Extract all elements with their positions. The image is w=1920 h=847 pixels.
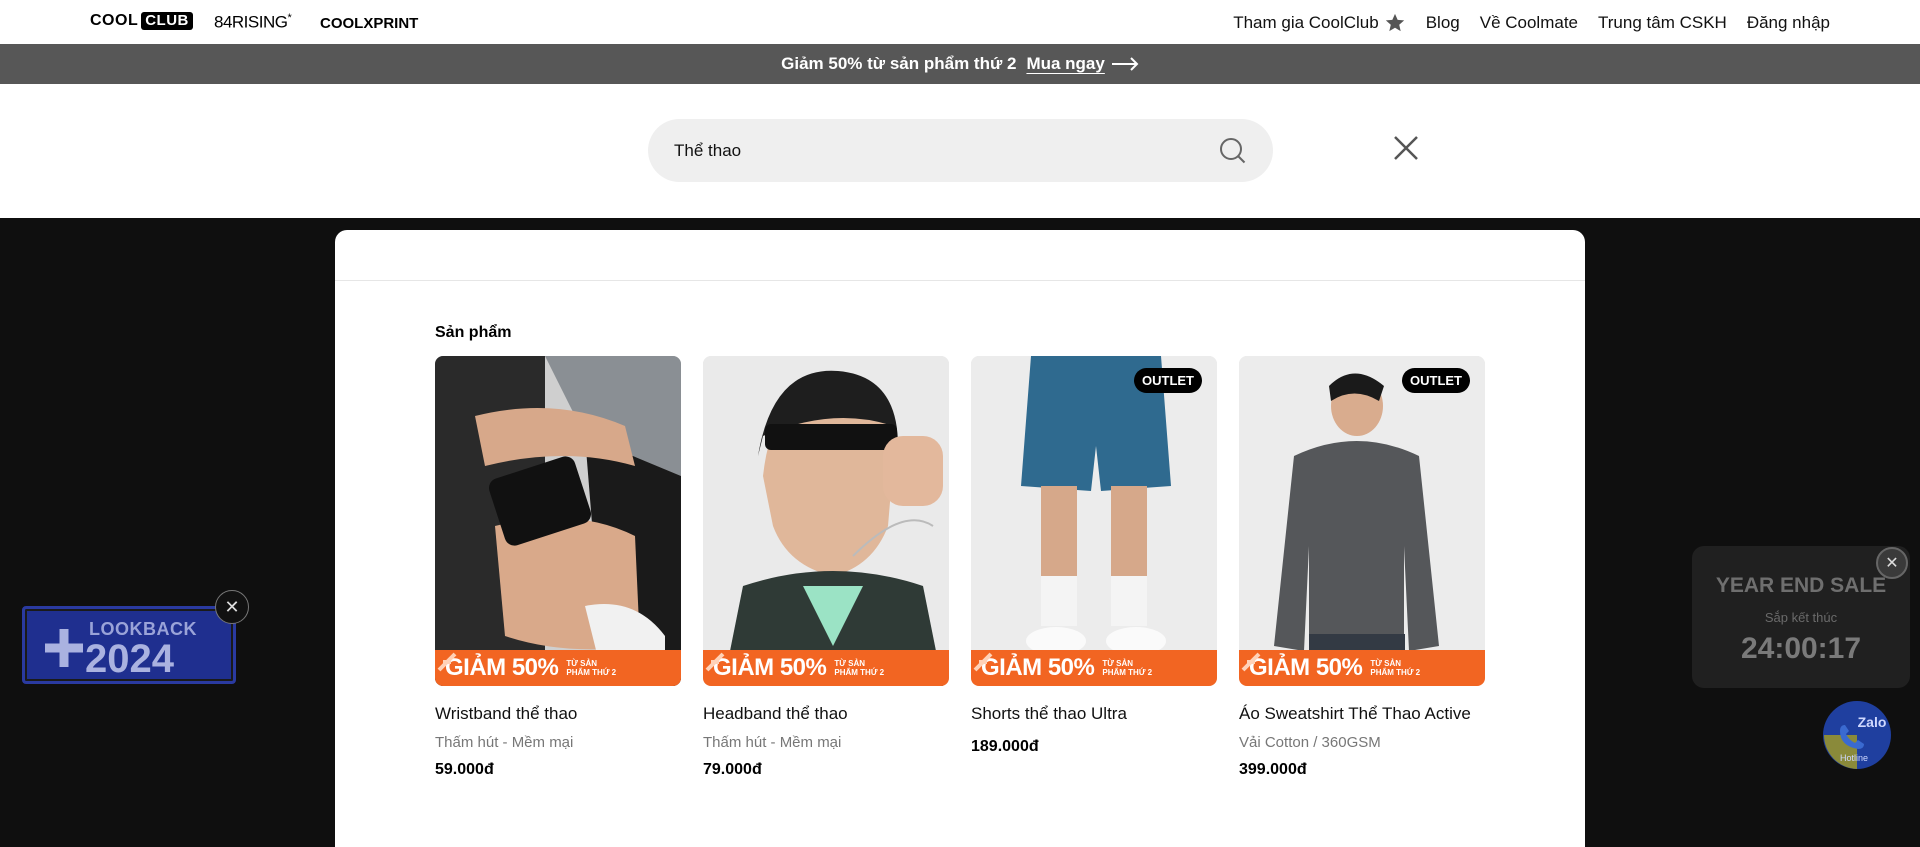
promo-cta-label: Mua ngay (1026, 54, 1105, 73)
product-price: 79.000đ (703, 761, 762, 778)
product-desc: Vải Cotton / 360GSM (1239, 734, 1381, 751)
search-box (648, 119, 1273, 182)
product-price: 399.000đ (1239, 761, 1307, 778)
sale-sub-line-1: TỪ SẢN (1102, 659, 1134, 668)
product-card[interactable]: OUTLET GIẢM 50% TỪ SẢN PHẨM THỨ 2 Shorts … (971, 356, 1217, 779)
product-name[interactable]: Shorts thể thao Ultra (971, 704, 1217, 724)
year-end-subtitle: Sắp kết thúc (1764, 610, 1838, 625)
promo-text: Giảm 50% từ sản phẩm thứ 2 (781, 54, 1017, 73)
search-area (0, 84, 1920, 218)
coolclub-logo-text: COOL (90, 12, 139, 29)
sale-sub-line-2: PHẨM THỨ 2 (1102, 668, 1153, 677)
nav-join-coolclub[interactable]: Tham gia CoolClub (1233, 12, 1406, 34)
close-icon[interactable] (1392, 134, 1420, 162)
sale-sub: TỪ SẢN PHẨM THỨ 2 (566, 659, 616, 677)
84rising-logo-sup: * (287, 12, 292, 24)
product-name[interactable]: Áo Sweatshirt Thể Thao Active (1239, 704, 1485, 724)
sale-banner: GIẢM 50% TỪ SẢN PHẨM THỨ 2 (703, 650, 949, 686)
nav-login[interactable]: Đăng nhập (1747, 12, 1830, 34)
sale-sub: TỪ SẢN PHẨM THỨ 2 (834, 659, 884, 677)
search-icon[interactable] (1219, 137, 1247, 165)
nav-customer-care[interactable]: Trung tâm CSKH (1598, 12, 1727, 34)
sale-label: GIẢM 50% (981, 654, 1095, 681)
zalo-hotline-icon[interactable]: Zalo Hotline (1820, 697, 1894, 773)
sale-label: GIẢM 50% (445, 654, 559, 681)
lookback-year: 2024 (85, 637, 174, 681)
coolclub-logo[interactable]: COOL CLUB (90, 12, 193, 30)
product-image[interactable]: GIẢM 50% TỪ SẢN PHẨM THỨ 2 (703, 356, 949, 686)
countdown-timer: 24:00:17 (1740, 632, 1862, 665)
sale-label: GIẢM 50% (713, 654, 827, 681)
zalo-label: Zalo (1858, 714, 1887, 730)
coolxprint-logo[interactable]: COOLXPRINT (320, 15, 418, 32)
promo-bar: Giảm 50% từ sản phẩm thứ 2 Mua ngay (0, 44, 1920, 84)
sale-banner: GIẢM 50% TỪ SẢN PHẨM THỨ 2 (971, 650, 1217, 686)
sale-banner: GIẢM 50% TỪ SẢN PHẨM THỨ 2 (1239, 650, 1485, 686)
flash-icon (437, 652, 457, 672)
84rising-logo[interactable]: 84RISING* (214, 12, 292, 33)
sale-sub-line-2: PHẨM THỨ 2 (1370, 668, 1421, 677)
star-icon (1385, 13, 1404, 32)
sale-sub-line-1: TỪ SẢN (1370, 659, 1402, 668)
product-card[interactable]: OUTLET GIẢM 50% TỪ SẢN PHẨM THỨ 2 Áo Swea… (1239, 356, 1485, 779)
product-image[interactable]: OUTLET GIẢM 50% TỪ SẢN PHẨM THỨ 2 (1239, 356, 1485, 686)
outlet-badge: OUTLET (1134, 368, 1202, 393)
product-desc: Thấm hút - Mềm mại (703, 734, 842, 751)
plus-icon (45, 629, 83, 667)
year-end-close-icon[interactable]: ✕ (1876, 547, 1908, 579)
search-input[interactable] (674, 140, 1219, 161)
hotline-label: Hotline (1840, 753, 1868, 763)
product-price: 59.000đ (435, 761, 494, 778)
nav-blog[interactable]: Blog (1426, 12, 1460, 34)
lookback-close-icon[interactable]: ✕ (215, 590, 249, 624)
sale-banner: GIẢM 50% TỪ SẢN PHẨM THỨ 2 (435, 650, 681, 686)
product-card[interactable]: GIẢM 50% TỪ SẢN PHẨM THỨ 2 Wristband thể … (435, 356, 681, 779)
product-image[interactable]: OUTLET GIẢM 50% TỪ SẢN PHẨM THỨ 2 (971, 356, 1217, 686)
product-name[interactable]: Wristband thể thao (435, 704, 681, 724)
top-nav: Tham gia CoolClub Blog Về Coolmate Trung… (1233, 12, 1830, 34)
product-price: 189.000đ (971, 738, 1039, 755)
outlet-badge: OUTLET (1402, 368, 1470, 393)
sale-sub: TỪ SẢN PHẨM THỨ 2 (1102, 659, 1152, 677)
sale-sub-line-2: PHẨM THỨ 2 (566, 668, 617, 677)
promo-cta-link[interactable]: Mua ngay (1026, 54, 1139, 74)
sale-sub-line-1: TỪ SẢN (566, 659, 598, 668)
sale-sub-line-2: PHẨM THỨ 2 (834, 668, 885, 677)
coolclub-logo-badge: CLUB (141, 12, 193, 30)
top-bar: COOL CLUB 84RISING* COOLXPRINT Tham gia … (0, 0, 1920, 44)
flash-icon (705, 652, 725, 672)
arrow-right-icon (1111, 57, 1139, 71)
84rising-logo-text: 84RISING (214, 12, 288, 32)
flash-icon (973, 652, 993, 672)
product-image[interactable]: GIẢM 50% TỪ SẢN PHẨM THỨ 2 (435, 356, 681, 686)
flash-icon (1241, 652, 1261, 672)
nav-join-coolclub-label: Tham gia CoolClub (1233, 13, 1379, 32)
year-end-title: YEAR END SALE (1715, 574, 1887, 597)
product-desc: Thấm hút - Mềm mại (435, 734, 574, 751)
search-results-panel: Sản phẩm GIẢM 50% TỪ SẢN PHẨM THỨ 2 Wris… (335, 230, 1585, 847)
sale-label: GIẢM 50% (1249, 654, 1363, 681)
sale-sub-line-1: TỪ SẢN (834, 659, 866, 668)
divider (335, 280, 1585, 281)
product-list: GIẢM 50% TỪ SẢN PHẨM THỨ 2 Wristband thể … (435, 356, 1485, 779)
nav-about[interactable]: Về Coolmate (1480, 12, 1578, 34)
section-title: Sản phẩm (435, 324, 512, 341)
product-name[interactable]: Headband thể thao (703, 704, 949, 724)
lookback-2024-banner[interactable]: LOOKBACK 2024 (22, 606, 236, 684)
product-card[interactable]: GIẢM 50% TỪ SẢN PHẨM THỨ 2 Headband thể t… (703, 356, 949, 779)
sale-sub: TỪ SẢN PHẨM THỨ 2 (1370, 659, 1420, 677)
